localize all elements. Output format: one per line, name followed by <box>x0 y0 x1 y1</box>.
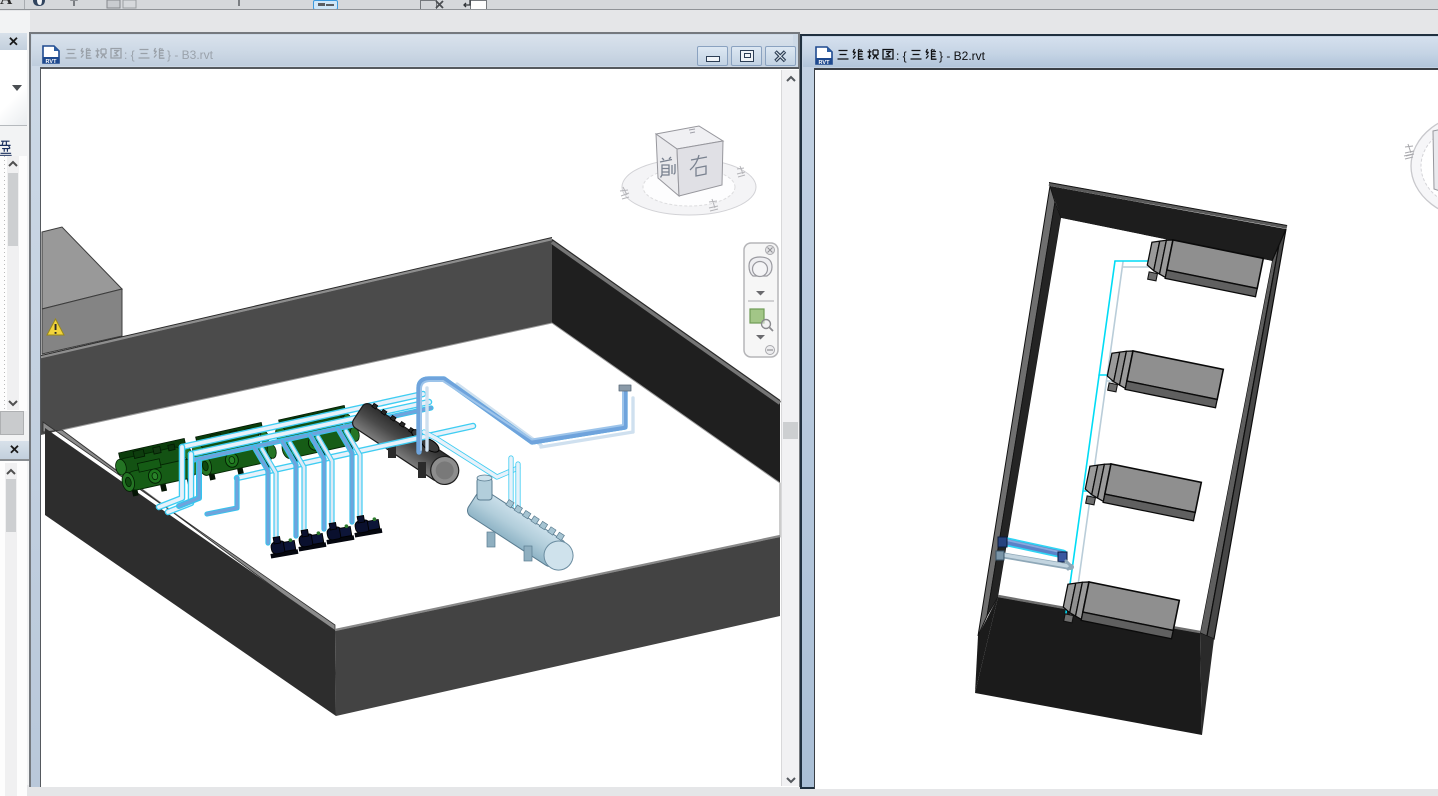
svg-text:} - B2.rvt: } - B2.rvt <box>939 49 986 63</box>
svg-text:RVT: RVT <box>46 59 58 64</box>
svg-text:: {: : { <box>896 49 907 63</box>
svg-text:: {: : { <box>124 48 135 62</box>
svg-text:} - B3.rvt: } - B3.rvt <box>167 48 214 62</box>
svg-text:RVT: RVT <box>819 60 831 65</box>
